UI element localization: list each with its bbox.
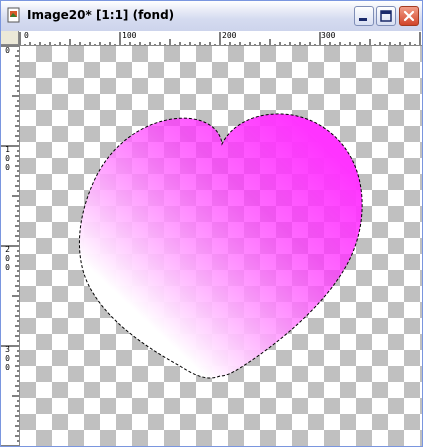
title-bar[interactable]: Image20* [1:1] (fond) <box>1 1 422 32</box>
hruler-label-300: 300 <box>321 31 336 40</box>
vruler-label-300-d1: 3 <box>5 345 10 354</box>
vruler-label-100-d1: 1 <box>5 145 10 154</box>
image-document-icon <box>7 7 20 23</box>
vruler-label-200-d1: 2 <box>5 245 10 254</box>
image-canvas[interactable] <box>20 46 422 447</box>
vruler-label-300-d3: 0 <box>5 363 10 372</box>
close-button[interactable] <box>399 6 419 26</box>
minimize-button[interactable] <box>354 6 374 26</box>
ruler-corner <box>1 31 19 45</box>
vruler-label-100-d2: 0 <box>5 154 10 163</box>
canvas-area: 0 100 200 300 0 1 0 0 2 0 0 3 0 0 <box>1 31 422 447</box>
vruler-label-100-d3: 0 <box>5 163 10 172</box>
vertical-ruler: 0 1 0 0 2 0 0 3 0 0 <box>1 45 20 446</box>
hruler-label-0: 0 <box>24 31 29 40</box>
vruler-label-0: 0 <box>5 46 10 55</box>
hruler-label-100: 100 <box>122 31 137 40</box>
minimize-icon <box>359 18 367 21</box>
maximize-button[interactable] <box>376 6 396 26</box>
vruler-label-300-d2: 0 <box>5 354 10 363</box>
hruler-label-200: 200 <box>222 31 237 40</box>
maximize-icon <box>380 10 392 22</box>
horizontal-ruler: 0 100 200 300 <box>19 31 422 46</box>
heart-shape[interactable] <box>20 46 422 447</box>
close-icon <box>403 10 415 22</box>
heart-fill <box>79 113 363 378</box>
vruler-label-200-d3: 0 <box>5 263 10 272</box>
image-window: Image20* [1:1] (fond) 0 100 200 300 0 1 … <box>0 0 423 447</box>
window-title: Image20* [1:1] (fond) <box>27 8 175 22</box>
horizontal-ruler-ticks <box>19 32 421 45</box>
vruler-label-200-d2: 0 <box>5 254 10 263</box>
